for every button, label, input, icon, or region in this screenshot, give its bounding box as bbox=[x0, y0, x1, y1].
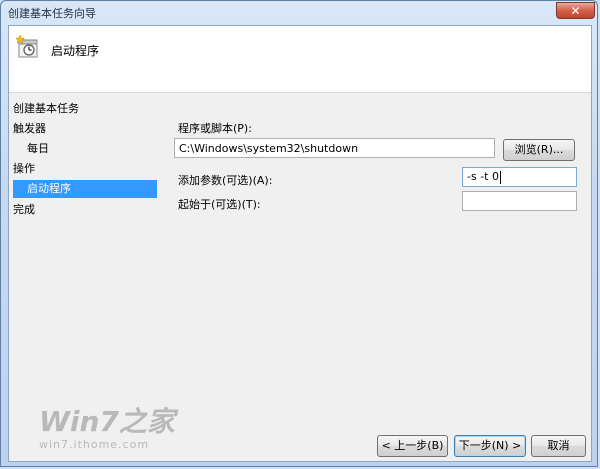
watermark-logo: Win7之家 bbox=[39, 405, 175, 438]
nav-title: 创建基本任务 bbox=[13, 102, 79, 115]
back-button[interactable]: < 上一步(B) bbox=[377, 435, 448, 457]
text-caret bbox=[499, 170, 501, 184]
wizard-client-area: 启动程序 创建基本任务 触发器 每日 操作 启动程序 完成 程序或脚本(P): … bbox=[8, 25, 592, 462]
start-in-input[interactable] bbox=[462, 191, 577, 211]
program-label: 程序或脚本(P): bbox=[178, 122, 252, 135]
arguments-value: -s -t 0 bbox=[467, 170, 499, 183]
nav-item-label: 启动程序 bbox=[27, 182, 71, 195]
cancel-button[interactable]: 取消 bbox=[531, 435, 586, 457]
nav-item-finish[interactable]: 完成 bbox=[13, 201, 35, 219]
nav-item-action[interactable]: 操作 bbox=[13, 160, 35, 178]
watermark: Win7之家 win7.ithome.com bbox=[39, 400, 175, 451]
arguments-label: 添加参数(可选)(A): bbox=[178, 174, 273, 187]
start-in-label: 起始于(可选)(T): bbox=[178, 198, 261, 211]
cancel-button-label: 取消 bbox=[547, 439, 570, 452]
wizard-header: 启动程序 bbox=[9, 26, 591, 93]
next-button-label: 下一步(N) > bbox=[458, 439, 522, 452]
nav-item-trigger[interactable]: 触发器 bbox=[13, 120, 46, 138]
program-path-input[interactable] bbox=[174, 138, 495, 158]
close-icon: ✕ bbox=[570, 4, 581, 18]
wizard-window: 创建基本任务向导 ✕ 启动程序 创建基本任务 触发器 每日 操作 启动程序 完成… bbox=[0, 0, 598, 467]
nav-item-daily[interactable]: 每日 bbox=[27, 140, 49, 158]
page-title: 启动程序 bbox=[51, 44, 100, 58]
browse-button-label: 浏览(R)... bbox=[514, 143, 564, 156]
nav-item-label: 触发器 bbox=[13, 122, 46, 135]
arguments-input[interactable]: -s -t 0 bbox=[462, 167, 577, 187]
next-button[interactable]: 下一步(N) > bbox=[454, 435, 526, 457]
window-title: 创建基本任务向导 bbox=[8, 7, 96, 20]
nav-item-label: 操作 bbox=[13, 162, 35, 175]
nav-item-label: 完成 bbox=[13, 203, 35, 216]
nav-item-label: 每日 bbox=[27, 142, 49, 155]
close-button[interactable]: ✕ bbox=[556, 2, 595, 19]
title-bar[interactable]: 创建基本任务向导 ✕ bbox=[1, 1, 599, 23]
task-scheduler-icon bbox=[16, 35, 38, 58]
back-button-label: < 上一步(B) bbox=[381, 439, 444, 452]
nav-item-start-program[interactable]: 启动程序 bbox=[13, 180, 157, 198]
browse-button[interactable]: 浏览(R)... bbox=[503, 139, 575, 161]
